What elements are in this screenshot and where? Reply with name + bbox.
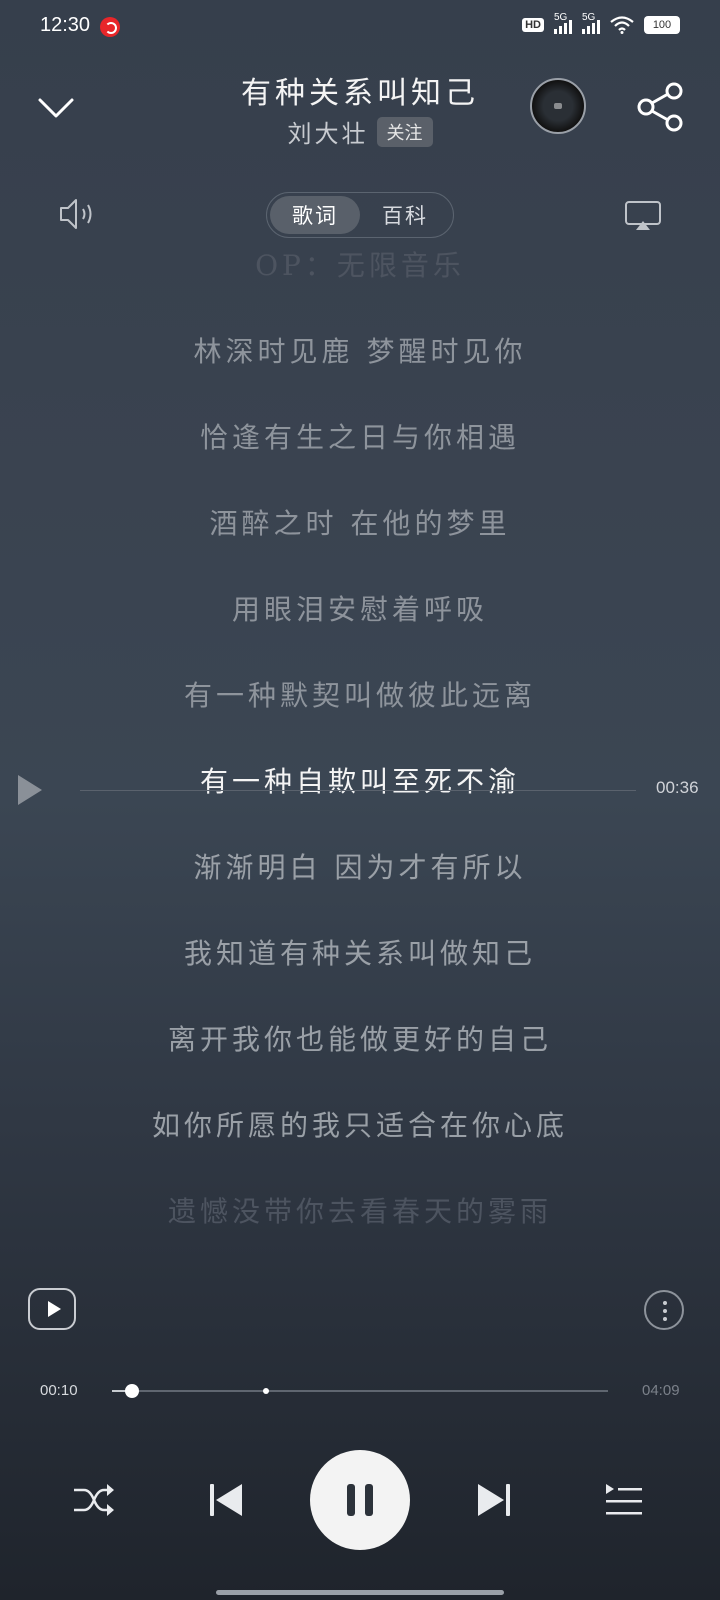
- lyric-seek-line: [80, 790, 636, 791]
- buffer-marker: [262, 1388, 269, 1394]
- lyric-line[interactable]: 有一种默契叫做彼此远离: [0, 674, 720, 714]
- lyric-line[interactable]: 用眼泪安慰着呼吸: [0, 588, 720, 628]
- current-lyric-line[interactable]: 有一种自欺叫至死不渝: [0, 760, 720, 800]
- shuffle-icon[interactable]: [72, 1480, 116, 1520]
- cast-icon[interactable]: [624, 200, 662, 230]
- signal-label-2: 5G: [582, 12, 596, 23]
- home-indicator[interactable]: [216, 1590, 504, 1595]
- lyric-line[interactable]: 遗憾没带你去看春天的雾雨: [0, 1190, 720, 1230]
- battery-icon: 100: [644, 16, 680, 34]
- lyric-line[interactable]: OP：无限音乐: [0, 244, 720, 284]
- progress-slider[interactable]: [112, 1384, 608, 1398]
- artist-row: 刘大壮 关注: [0, 114, 720, 149]
- song-title: 有种关系叫知己: [241, 76, 479, 111]
- more-options-icon[interactable]: [644, 1290, 684, 1330]
- play-from-here-icon[interactable]: [16, 772, 44, 808]
- netease-music-icon: [100, 17, 120, 37]
- lyric-line[interactable]: 渐渐明白 因为才有所以: [0, 846, 720, 886]
- current-time: 00:10: [40, 1382, 78, 1399]
- hd-icon: HD: [522, 18, 544, 32]
- lyric-line[interactable]: 我知道有种关系叫做知己: [0, 932, 720, 972]
- share-icon[interactable]: [636, 82, 684, 132]
- tabs-row: 歌词 百科: [0, 190, 720, 242]
- signal-label-1: 5G: [554, 12, 568, 23]
- tab-encyclopedia[interactable]: 百科: [360, 196, 450, 234]
- lyric-line[interactable]: 林深时见鹿 梦醒时见你: [0, 330, 720, 370]
- progress-thumb[interactable]: [124, 1384, 139, 1398]
- player-header: 有种关系叫知己 刘大壮 关注: [0, 56, 720, 166]
- artist-name[interactable]: 刘大壮: [288, 114, 369, 149]
- tab-lyrics[interactable]: 歌词: [270, 196, 360, 234]
- volume-icon[interactable]: [58, 196, 100, 232]
- signal-icon-1: 5G: [554, 12, 572, 34]
- lyric-seek-time: 00:36: [656, 778, 699, 797]
- progress-row: 00:10 04:09: [0, 1378, 720, 1408]
- status-icons: HD 5G 5G 100: [522, 12, 680, 34]
- playlist-icon[interactable]: [604, 1480, 644, 1520]
- lyric-line[interactable]: 如你所愿的我只适合在你心底: [0, 1104, 720, 1144]
- lyric-line[interactable]: 酒醉之时 在他的梦里: [0, 502, 720, 542]
- follow-button[interactable]: 关注: [376, 116, 433, 147]
- pause-button[interactable]: [310, 1450, 410, 1550]
- playback-controls: [0, 1450, 720, 1550]
- next-icon[interactable]: [476, 1480, 512, 1520]
- lyric-line[interactable]: 恰逢有生之日与你相遇: [0, 416, 720, 456]
- video-play-button[interactable]: [28, 1288, 76, 1330]
- lyrics-tab-switcher: 歌词 百科: [266, 192, 454, 238]
- previous-icon[interactable]: [208, 1480, 244, 1520]
- status-bar: 12:30 HD 5G 5G 100: [0, 0, 720, 56]
- total-time: 04:09: [642, 1382, 680, 1399]
- status-time: 12:30: [40, 14, 91, 36]
- lyric-line[interactable]: 离开我你也能做更好的自己: [0, 1018, 720, 1058]
- album-disc-icon[interactable]: [530, 78, 586, 134]
- signal-icon-2: 5G: [582, 12, 600, 34]
- wifi-icon: [610, 16, 634, 34]
